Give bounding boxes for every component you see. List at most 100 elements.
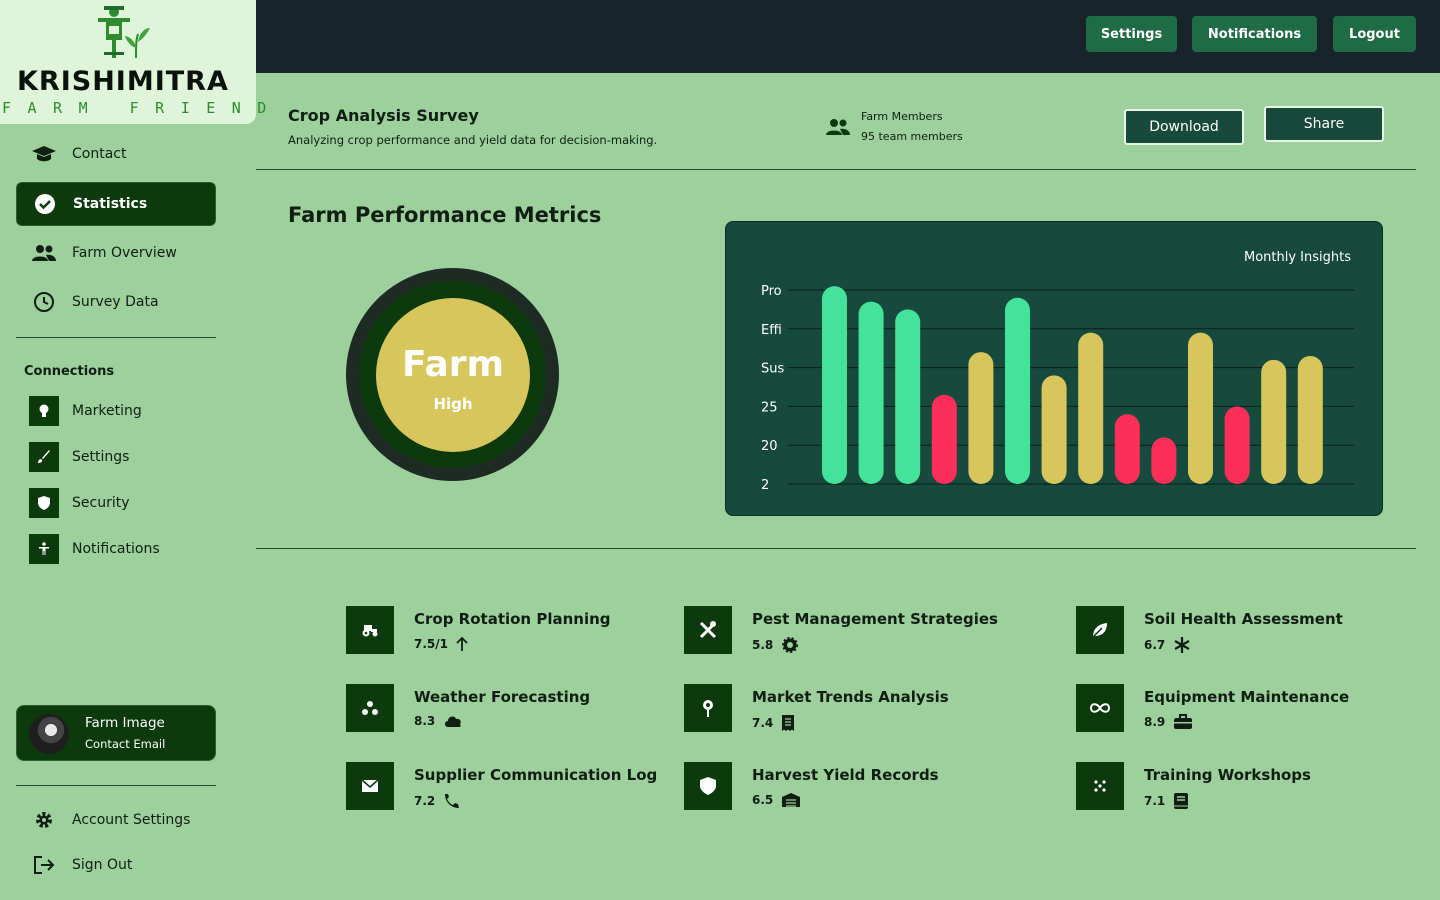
phone-icon: [443, 792, 461, 810]
connection-settings[interactable]: Settings: [29, 442, 129, 472]
sidebar-item-contact[interactable]: Contact: [16, 132, 216, 176]
sidebar-item-label: Survey Data: [72, 294, 159, 310]
toolbox-icon: [1173, 714, 1193, 730]
y-tick-label: 25: [761, 400, 778, 415]
feature-value: 8.3: [414, 714, 463, 728]
sidebar-item-account-settings[interactable]: Account Settings: [16, 798, 216, 842]
accessibility-icon: [29, 534, 59, 564]
performance-gauge: Farm High: [376, 298, 530, 452]
connection-label: Settings: [72, 449, 130, 465]
connection-label: Notifications: [72, 541, 160, 557]
monthly-insights-chart: Monthly Insights Pro Effi Sus 25 20 2: [725, 221, 1383, 516]
people-icon: [825, 118, 851, 140]
feature-value-text: 7.4: [752, 716, 774, 730]
settings-button[interactable]: Settings: [1086, 16, 1177, 52]
brand-name: KRISHIMITRA: [17, 66, 229, 97]
section-divider: [256, 169, 1416, 170]
survey-title: Crop Analysis Survey: [288, 106, 479, 125]
brush-icon: [29, 442, 59, 472]
feature-value-text: 6.5: [752, 793, 774, 807]
feature-value: 7.1: [1144, 792, 1189, 810]
download-button[interactable]: Download: [1124, 109, 1244, 145]
y-tick-label: Sus: [761, 362, 784, 377]
profile-email: Contact Email: [85, 737, 166, 751]
chart-bar: [895, 309, 921, 484]
connection-notifications[interactable]: Notifications: [29, 534, 160, 564]
feature-value-text: 8.3: [414, 714, 436, 728]
feature-value-text: 7.5/1: [414, 637, 448, 651]
y-tick-label: 2: [761, 478, 769, 493]
chart-svg: Monthly Insights Pro Effi Sus 25 20 2: [761, 250, 1354, 493]
leaf-icon: [1076, 606, 1124, 654]
feature-title[interactable]: Market Trends Analysis: [752, 688, 949, 706]
y-tick-label: Effi: [761, 323, 782, 338]
logo[interactable]: KRISHIMITRA FARM FRIEND: [0, 0, 266, 124]
connection-label: Security: [72, 495, 130, 511]
sun-icon: [781, 636, 799, 654]
profile-name: Farm Image: [85, 715, 165, 731]
feature-title[interactable]: Supplier Communication Log: [414, 766, 657, 784]
feature-title[interactable]: Pest Management Strategies: [752, 610, 998, 628]
gear-icon: [16, 810, 72, 830]
arrow-up-icon: [456, 636, 468, 652]
grid-dots-icon: [1076, 762, 1124, 810]
sidebar-item-label: Statistics: [73, 196, 148, 212]
chart-bar: [1188, 332, 1213, 484]
chart-bar: [1005, 297, 1030, 484]
sidebar-item-label: Contact: [72, 146, 127, 162]
feature-value-text: 6.7: [1144, 638, 1166, 652]
feature-value-text: 5.8: [752, 638, 774, 652]
chart-title: Monthly Insights: [1244, 250, 1351, 265]
members-label: Farm Members: [861, 110, 943, 123]
feature-title[interactable]: Crop Rotation Planning: [414, 610, 611, 628]
connection-marketing[interactable]: Marketing: [29, 396, 142, 426]
feature-title[interactable]: Training Workshops: [1144, 766, 1311, 784]
sidebar-item-farm-overview[interactable]: Farm Overview: [16, 231, 216, 275]
tools-icon: [684, 606, 732, 654]
sidebar-item-label: Sign Out: [72, 857, 133, 873]
gauge-label: Farm: [401, 344, 505, 385]
section-divider: [256, 548, 1416, 549]
feature-value-text: 7.1: [1144, 794, 1166, 808]
feature-value-text: 7.2: [414, 794, 436, 808]
sidebar-item-survey-data[interactable]: Survey Data: [16, 280, 216, 324]
feature-value: 5.8: [752, 636, 799, 654]
feature-value: 7.2: [414, 792, 461, 810]
share-button[interactable]: Share: [1264, 106, 1384, 142]
feature-value-text: 8.9: [1144, 715, 1166, 729]
shield-icon: [684, 762, 732, 810]
chart-bar: [968, 352, 994, 484]
y-tick-label: Pro: [761, 284, 782, 299]
chart-bar: [1297, 355, 1323, 484]
connection-security[interactable]: Security: [29, 488, 130, 518]
notifications-button[interactable]: Notifications: [1192, 16, 1317, 52]
feature-title[interactable]: Equipment Maintenance: [1144, 688, 1349, 706]
chart-bar: [1261, 359, 1287, 484]
feature-value: 6.7: [1144, 636, 1191, 654]
feature-title[interactable]: Harvest Yield Records: [752, 766, 939, 784]
y-tick-label: 20: [761, 439, 778, 454]
graduation-cap-icon: [16, 144, 72, 164]
gauge-level: High: [433, 395, 473, 413]
sidebar-item-label: Account Settings: [72, 812, 191, 828]
connections-heading: Connections: [24, 364, 115, 379]
people-icon: [16, 244, 72, 262]
chart-bar: [822, 286, 847, 484]
logout-button[interactable]: Logout: [1333, 16, 1416, 52]
feature-title[interactable]: Weather Forecasting: [414, 688, 590, 706]
feature-title[interactable]: Soil Health Assessment: [1144, 610, 1343, 628]
sidebar-item-statistics[interactable]: Statistics: [16, 182, 216, 226]
envelope-icon: [346, 762, 394, 810]
book-icon: [1173, 792, 1189, 810]
feature-value: 6.5: [752, 792, 801, 808]
chart-bar: [931, 394, 957, 484]
warehouse-icon: [781, 792, 801, 808]
infinity-icon: [1076, 684, 1124, 732]
brand-tagline: FARM FRIEND: [2, 99, 283, 117]
chart-bar: [858, 301, 884, 484]
sidebar-item-sign-out[interactable]: Sign Out: [16, 843, 216, 887]
profile-card[interactable]: Farm Image Contact Email: [16, 705, 216, 761]
metrics-title: Farm Performance Metrics: [288, 203, 602, 227]
survey-subtitle: Analyzing crop performance and yield dat…: [288, 133, 658, 147]
sidebar-item-label: Farm Overview: [72, 245, 177, 261]
